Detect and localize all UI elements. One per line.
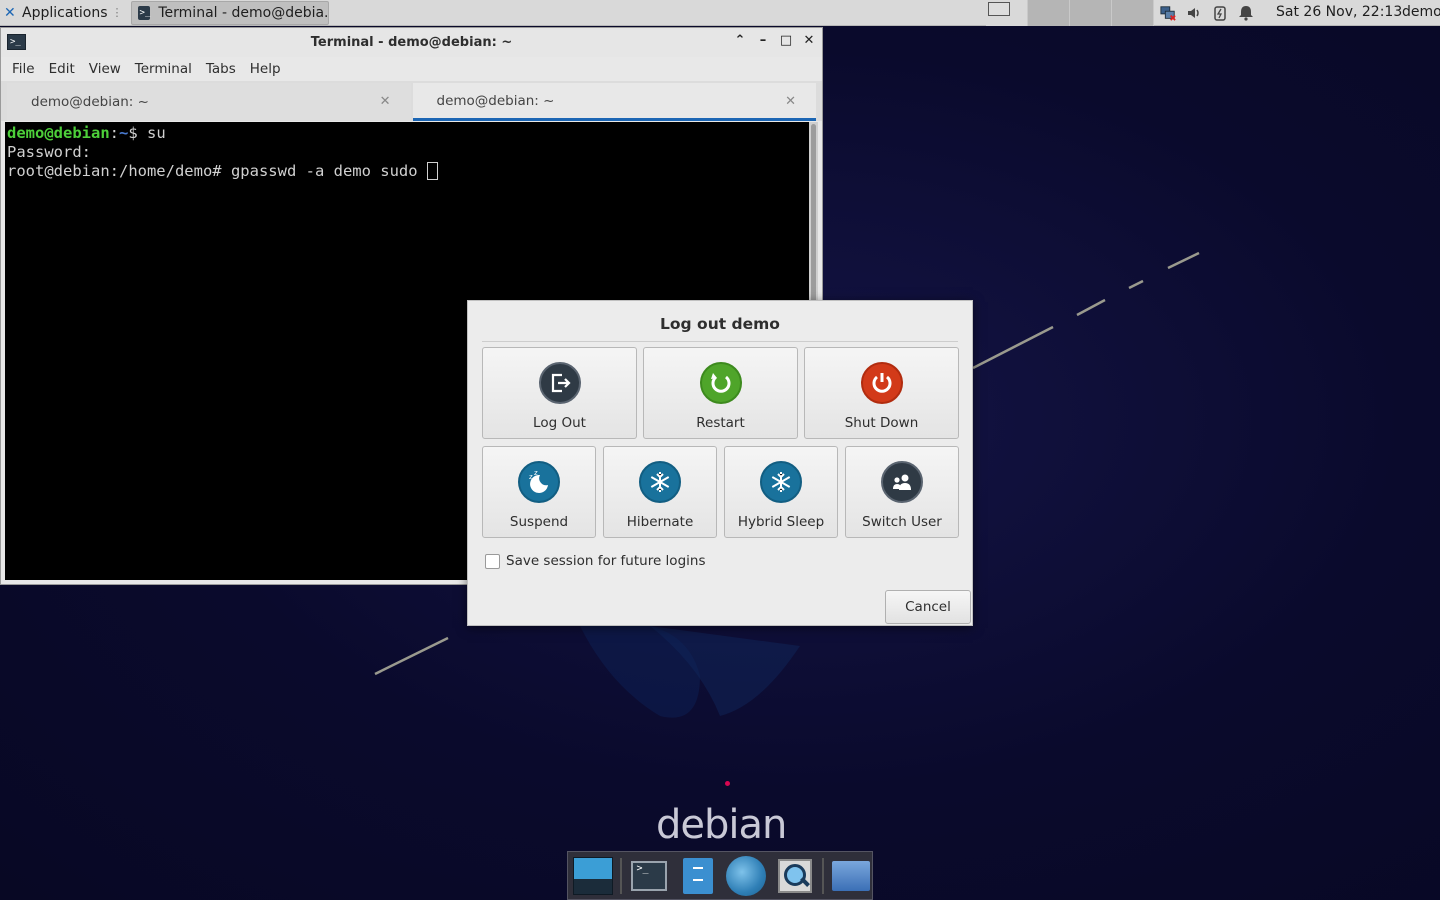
dock-separator bbox=[821, 857, 824, 894]
password-prompt: Password: bbox=[7, 143, 91, 161]
dialog-title: Log out demo bbox=[660, 315, 780, 333]
svg-text:z: z bbox=[529, 473, 533, 481]
battery-icon[interactable] bbox=[1212, 5, 1228, 21]
workspace-switcher bbox=[986, 0, 1154, 26]
suspend-icon: zz bbox=[518, 461, 560, 503]
restart-button[interactable]: Restart bbox=[643, 347, 798, 439]
hibernate-label: Hibernate bbox=[626, 514, 694, 530]
terminal-tab-1[interactable]: demo@debian: ~ ✕ bbox=[7, 83, 411, 121]
terminal-tab-2[interactable]: demo@debian: ~ ✕ bbox=[412, 83, 816, 121]
workspace-2[interactable] bbox=[1028, 0, 1070, 26]
tab-close-icon[interactable]: ✕ bbox=[380, 94, 391, 109]
minimize-icon[interactable]: – bbox=[756, 33, 770, 49]
clock[interactable]: Sat 26 Nov, 22:13 bbox=[1276, 4, 1402, 20]
logout-button[interactable]: Log Out bbox=[482, 347, 637, 439]
menu-view[interactable]: View bbox=[82, 61, 128, 77]
terminal-titlebar[interactable]: >_ Terminal - demo@debian: ~ ⌃ – □ ✕ bbox=[1, 28, 822, 57]
taskbar-terminal-label: Terminal - demo@debia... bbox=[158, 4, 329, 21]
user-menu[interactable]: demo bbox=[1402, 4, 1440, 20]
notification-bell-icon[interactable] bbox=[1238, 5, 1254, 21]
maximize-icon[interactable]: □ bbox=[779, 33, 793, 49]
cancel-button[interactable]: Cancel bbox=[885, 590, 971, 624]
terminal-launcher[interactable]: >_ bbox=[628, 854, 670, 898]
hybrid-sleep-label: Hybrid Sleep bbox=[737, 514, 825, 530]
menu-edit[interactable]: Edit bbox=[42, 61, 82, 77]
hybrid-sleep-button[interactable]: Hybrid Sleep bbox=[724, 446, 838, 538]
suspend-label: Suspend bbox=[509, 514, 569, 530]
command-su: $ su bbox=[128, 124, 166, 142]
workspace-4[interactable] bbox=[1112, 0, 1154, 26]
terminal-tab-bar: demo@debian: ~ ✕ demo@debian: ~ ✕ bbox=[1, 81, 822, 121]
restart-icon bbox=[699, 362, 742, 404]
home-folder-launcher[interactable] bbox=[830, 854, 872, 898]
workspace-3[interactable] bbox=[1070, 0, 1112, 26]
root-command-line: root@debian:/home/demo# gpasswd -a demo … bbox=[7, 162, 427, 180]
switch-user-button[interactable]: Switch User bbox=[845, 446, 959, 538]
volume-icon[interactable] bbox=[1186, 5, 1202, 21]
web-browser-launcher[interactable] bbox=[725, 854, 767, 898]
switch-user-label: Switch User bbox=[862, 514, 942, 530]
globe-icon bbox=[726, 855, 767, 896]
show-desktop-launcher[interactable] bbox=[572, 854, 614, 898]
applications-menu[interactable]: ✕ Applications ⋮ bbox=[0, 0, 127, 26]
magnifier-icon bbox=[777, 858, 812, 893]
suspend-button[interactable]: zz Suspend bbox=[482, 446, 596, 538]
tab-close-icon[interactable]: ✕ bbox=[785, 94, 796, 109]
terminal-tab-label: demo@debian: ~ bbox=[436, 92, 555, 109]
save-session-checkbox[interactable] bbox=[485, 553, 500, 569]
bottom-dock: >_ bbox=[567, 851, 873, 900]
text-cursor bbox=[426, 162, 438, 180]
menu-tabs[interactable]: Tabs bbox=[199, 61, 243, 77]
workspace-1[interactable] bbox=[986, 0, 1028, 26]
prompt-separator: : bbox=[109, 124, 119, 142]
xfce-logo-icon: ✕ bbox=[4, 4, 16, 21]
debian-logo-dot bbox=[725, 781, 730, 786]
window-controls: ⌃ – □ ✕ bbox=[733, 33, 816, 49]
taskbar-terminal-button[interactable]: >_ Terminal - demo@debia... bbox=[130, 0, 329, 25]
desktop-icon bbox=[573, 856, 614, 895]
save-session-label[interactable]: Save session for future logins bbox=[506, 553, 705, 569]
terminal-menubar: File Edit View Terminal Tabs Help bbox=[1, 57, 822, 81]
file-manager-launcher[interactable] bbox=[677, 854, 719, 898]
snowflake-icon bbox=[639, 461, 681, 503]
restart-label: Restart bbox=[696, 415, 745, 431]
shutdown-label: Shut Down bbox=[844, 415, 919, 431]
prompt-user: demo@debian bbox=[7, 124, 110, 142]
terminal-icon: >_ bbox=[631, 860, 668, 891]
terminal-tab-label: demo@debian: ~ bbox=[31, 94, 149, 110]
prompt-path: ~ bbox=[119, 124, 129, 142]
svg-text:z: z bbox=[534, 469, 538, 477]
hibernate-button[interactable]: Hibernate bbox=[603, 446, 717, 538]
power-icon bbox=[860, 362, 903, 404]
logout-dialog: Log out demo Log Out Restart Shut Down z… bbox=[467, 300, 973, 626]
shutdown-button[interactable]: Shut Down bbox=[804, 347, 959, 439]
terminal-title: Terminal - demo@debian: ~ bbox=[310, 35, 513, 50]
debian-logo: debian bbox=[656, 802, 787, 848]
network-disconnected-icon[interactable] bbox=[1160, 5, 1176, 21]
close-icon[interactable]: ✕ bbox=[802, 33, 816, 49]
shade-up-icon[interactable]: ⌃ bbox=[733, 33, 747, 49]
menu-terminal[interactable]: Terminal bbox=[128, 61, 199, 77]
top-panel: ✕ Applications ⋮ >_ Terminal - demo@debi… bbox=[0, 0, 1440, 26]
dock-separator bbox=[620, 857, 623, 894]
file-cabinet-icon bbox=[682, 857, 713, 894]
logout-icon bbox=[538, 362, 581, 404]
menu-separator-icon: ⋮ bbox=[111, 6, 123, 19]
system-tray bbox=[1160, 0, 1254, 26]
folder-icon bbox=[831, 860, 870, 891]
save-session-row: Save session for future logins bbox=[485, 553, 705, 569]
menu-help[interactable]: Help bbox=[243, 61, 288, 77]
app-finder-launcher[interactable] bbox=[773, 854, 815, 898]
applications-label: Applications bbox=[22, 4, 108, 21]
logout-label: Log Out bbox=[533, 415, 586, 431]
users-icon bbox=[881, 461, 923, 503]
snowflake-icon bbox=[760, 461, 802, 503]
terminal-icon: >_ bbox=[137, 5, 151, 20]
menu-file[interactable]: File bbox=[5, 61, 42, 77]
dialog-separator bbox=[482, 341, 958, 342]
